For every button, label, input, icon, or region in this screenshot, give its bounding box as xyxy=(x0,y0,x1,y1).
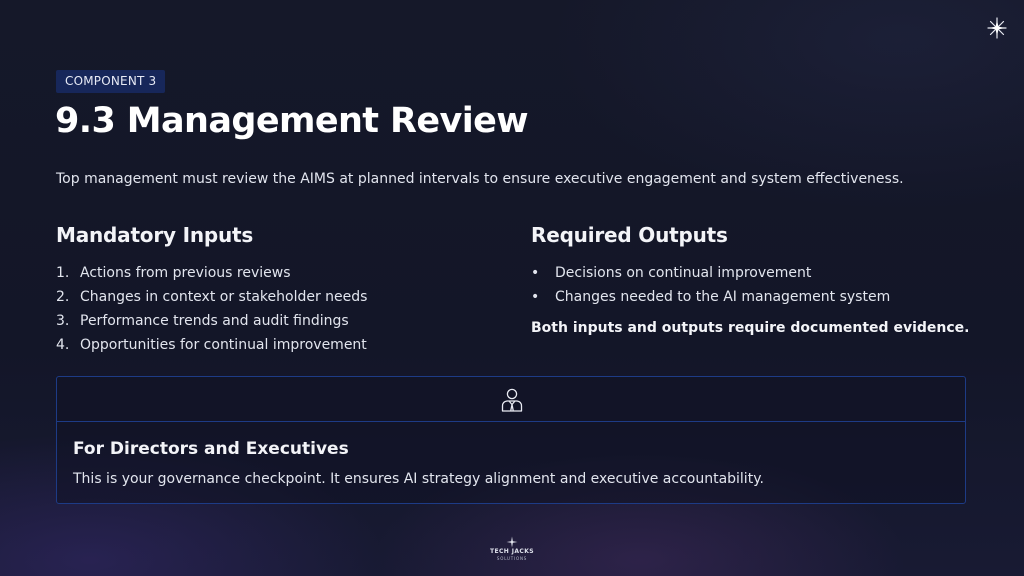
sparkle-star-icon xyxy=(506,536,518,548)
component-badge: COMPONENT 3 xyxy=(56,70,166,93)
list-item-text: Performance trends and audit findings xyxy=(80,313,349,329)
list-item-text: Changes needed to the AI management syst… xyxy=(555,289,891,305)
logo-name: TECH JACKS xyxy=(490,548,534,555)
intro-text: Top management must review the AIMS at p… xyxy=(56,171,904,187)
list-marker: 4. xyxy=(56,337,70,353)
list-marker: 2. xyxy=(56,289,70,305)
evidence-note: Both inputs and outputs require document… xyxy=(531,320,970,336)
list-item-text: Opportunities for continual improvement xyxy=(80,337,367,353)
bullet-marker: • xyxy=(531,289,540,305)
list-item-text: Actions from previous reviews xyxy=(80,265,291,281)
page-title: 9.3 Management Review xyxy=(55,101,529,141)
callout-body: This is your governance checkpoint. It e… xyxy=(73,471,764,487)
list-item-text: Changes in context or stakeholder needs xyxy=(80,289,368,305)
logo-subtitle: SOLUTIONS xyxy=(496,556,528,561)
callout-heading: For Directors and Executives xyxy=(73,439,349,459)
list-marker: 3. xyxy=(56,313,70,329)
list-item-text: Decisions on continual improvement xyxy=(555,265,812,281)
inputs-heading: Mandatory Inputs xyxy=(56,223,254,247)
outputs-heading: Required Outputs xyxy=(531,223,728,247)
bullet-marker: • xyxy=(531,265,540,281)
company-logo: TECH JACKS SOLUTIONS xyxy=(482,536,542,564)
slide: { "slide": { "badge": "COMPONENT 3", "ti… xyxy=(0,0,1024,576)
callout-icon-bar xyxy=(57,377,965,422)
executive-person-icon xyxy=(501,388,523,412)
list-marker: 1. xyxy=(56,265,70,281)
executive-callout: For Directors and Executives This is you… xyxy=(56,376,966,504)
sparkle-star-icon xyxy=(987,17,1007,39)
